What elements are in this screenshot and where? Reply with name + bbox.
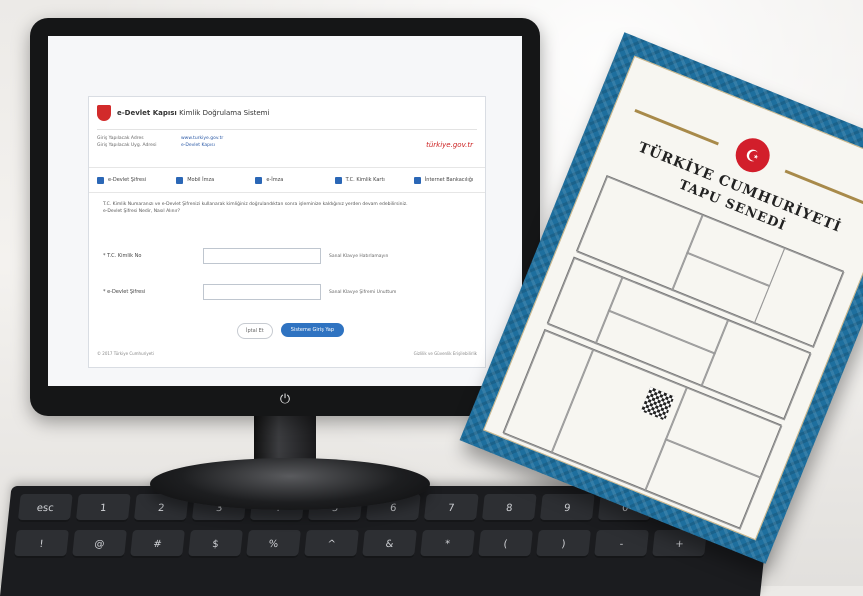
info-link[interactable]: www.turkiye.gov.tr [181,135,223,142]
login-method-tabs: e-Devlet Şifresi Mobil İmza e-İmza T.C. … [89,167,485,193]
tab-label: İnternet Bankacılığı [424,177,474,183]
password-row: * e-Devlet Şifresi Sanal Klavye Şifremi … [103,283,473,301]
lock-icon [97,176,104,184]
tab-e-imza[interactable]: e-İmza [247,168,326,192]
tab-edevlet-sifresi[interactable]: e-Devlet Şifresi [89,168,169,192]
crescent-star-emblem-icon: ☪ [730,133,775,178]
edevlet-login-page: e-Devlet Kapısı Kimlik Doğrulama Sistemi… [88,96,486,368]
power-icon: ⏻ [279,392,291,407]
brand-title: e-Devlet Kapısı Kimlik Doğrulama Sistemi [117,109,269,117]
monitor-stand-base [150,458,430,510]
cancel-button[interactable]: İptal Et [237,323,273,339]
brand-bold: e-Devlet Kapısı [117,109,177,117]
keyboard-key[interactable]: 7 [423,494,479,522]
password-input[interactable] [203,284,321,300]
signature-icon [255,176,263,184]
divider [97,129,477,130]
info-link[interactable]: e-Devlet Kapısı [181,142,223,149]
tab-label: e-Devlet Şifresi [108,177,147,183]
keyboard-key[interactable]: $ [187,530,243,558]
turkiye-gov-logo: türkiye.gov.tr [426,141,473,149]
tab-mobil-imza[interactable]: Mobil İmza [168,168,247,192]
tab-label: T.C. Kimlik Kartı [345,177,385,183]
field-extras[interactable]: Sanal Klavye Hatırlamayın [329,254,388,259]
keyboard-key[interactable]: @ [71,530,127,558]
keyboard-key[interactable]: 8 [481,494,537,522]
phone-icon [176,176,184,184]
keyboard-key[interactable]: * [419,530,475,558]
field-label: * T.C. Kimlik No [103,253,142,259]
keyboard-key[interactable]: ^ [303,530,359,558]
description-text: T.C. Kimlik Numaranızı ve e-Devlet Şifre… [103,202,408,207]
decorative-line [634,108,719,146]
footer-copyright: © 2017 Türkiye Cumhuriyeti [97,351,154,356]
decorative-line [784,169,863,207]
form-buttons: İptal Et Sisteme Giriş Yap [237,323,345,339]
field-label: * e-Devlet Şifresi [103,289,146,295]
keyboard-key[interactable]: 9 [539,494,595,522]
keyboard-row: ! @ # $% ^ & *() - + [13,530,707,560]
tab-kimlik-karti[interactable]: T.C. Kimlik Kartı [327,168,406,192]
tab-label: e-İmza [266,177,284,183]
tc-kimlik-input[interactable] [203,248,321,264]
keyboard-key[interactable]: ) [535,530,591,558]
keyboard-key[interactable]: ! [13,530,69,558]
keyboard-key[interactable]: ( [477,530,533,558]
footer-links[interactable]: Gizlilik ve Güvenlik Erişilebilirlik [414,351,477,356]
login-description: T.C. Kimlik Numaranızı ve e-Devlet Şifre… [103,201,463,215]
tab-label: Mobil İmza [187,177,215,183]
keyboard-key[interactable]: & [361,530,417,558]
monitor: e-Devlet Kapısı Kimlik Doğrulama Sistemi… [30,18,540,416]
login-button[interactable]: Sisteme Giriş Yap [280,323,345,337]
monitor-screen: e-Devlet Kapısı Kimlik Doğrulama Sistemi… [48,36,522,386]
shield-logo-icon [97,105,111,121]
info-label: Giriş Yapılacak Uyg. Adresi [97,143,157,148]
help-link[interactable]: e-Devlet Şifresi Nedir, Nasıl Alınır? [103,208,463,215]
keyboard-key[interactable]: 1 [75,494,131,522]
keyboard-key[interactable]: - [593,530,649,558]
keyboard-key[interactable]: % [245,530,301,558]
page-footer: © 2017 Türkiye Cumhuriyeti Gizlilik ve G… [97,351,477,356]
brand-rest: Kimlik Doğrulama Sistemi [179,109,270,117]
tab-internet-bankaciligi[interactable]: İnternet Bankacılığı [406,168,485,192]
info-values: www.turkiye.gov.tr e-Devlet Kapısı [181,135,223,149]
bank-icon [413,176,421,184]
id-card-icon [334,176,342,184]
info-labels: Giriş Yapılacak Adres Giriş Yapılacak Uy… [97,135,157,149]
field-extras[interactable]: Sanal Klavye Şifremi Unuttum [329,290,396,295]
page-header: e-Devlet Kapısı Kimlik Doğrulama Sistemi [97,105,269,121]
info-label: Giriş Yapılacak Adres [97,136,144,141]
keyboard-key[interactable]: # [129,530,185,558]
tc-kimlik-row: * T.C. Kimlik No Sanal Klavye Hatırlamay… [103,247,473,265]
keyboard-key[interactable]: esc [17,494,73,522]
